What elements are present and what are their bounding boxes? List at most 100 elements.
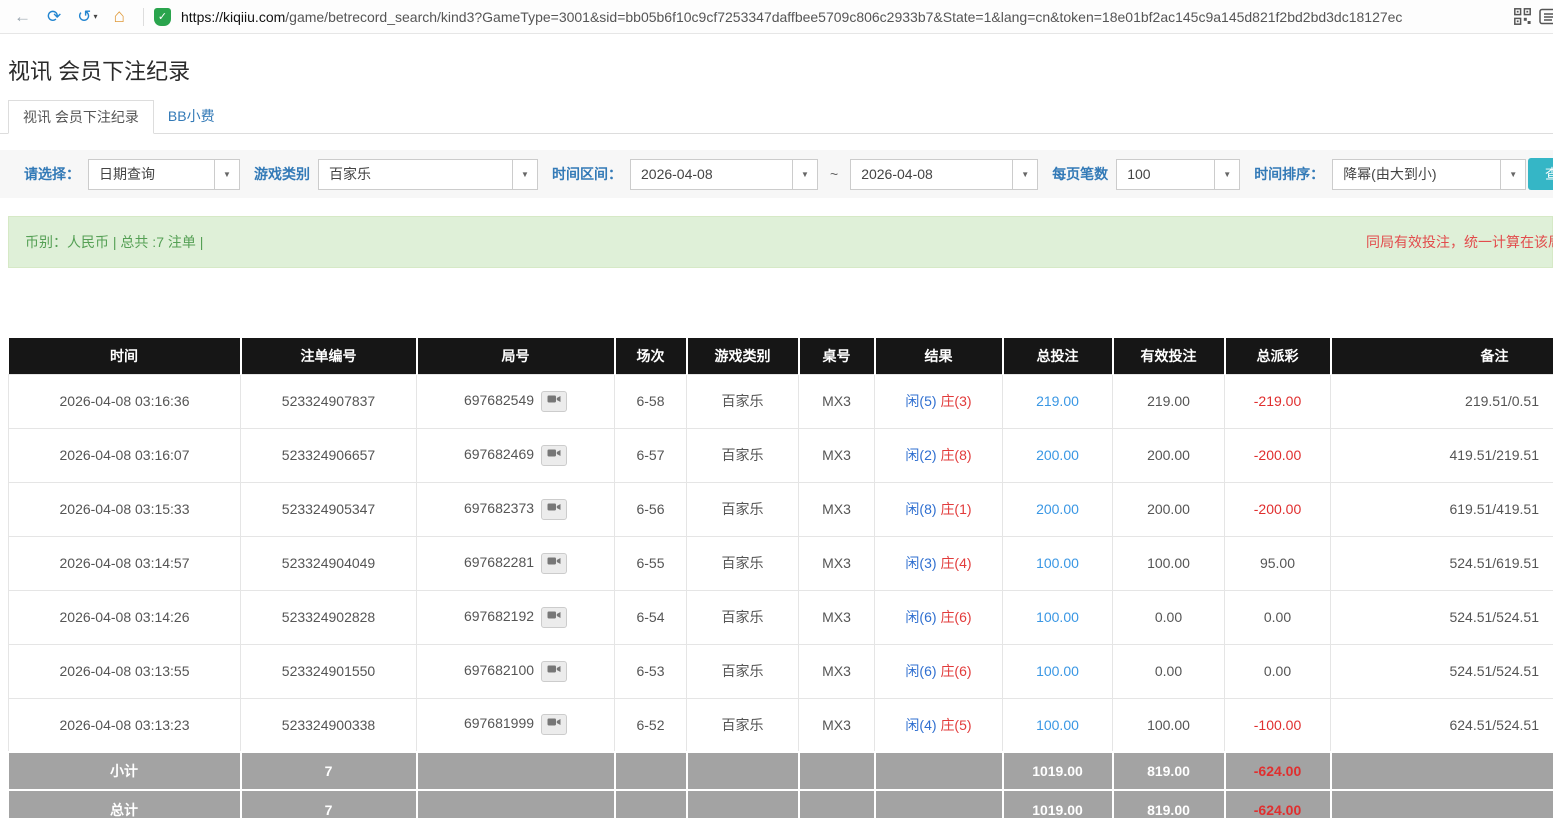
column-header: 局号 bbox=[417, 338, 615, 374]
round-video-button[interactable] bbox=[541, 499, 567, 520]
cell-game-type: 百家乐 bbox=[687, 698, 799, 752]
sort-order-select[interactable]: 降幂(由大到小) ▼ bbox=[1332, 159, 1526, 190]
cell-game-type: 百家乐 bbox=[687, 536, 799, 590]
column-header: 注单编号 bbox=[241, 338, 417, 374]
date-from-value[interactable]: 2026-04-08 bbox=[631, 160, 792, 189]
undo-dropdown-caret[interactable]: ▾ bbox=[94, 12, 98, 21]
result-banker: 庄(6) bbox=[940, 663, 971, 679]
cell-time: 2026-04-08 03:14:57 bbox=[9, 536, 241, 590]
cell-table-no: MX3 bbox=[799, 374, 875, 428]
column-header: 备注 bbox=[1331, 338, 1553, 374]
dropdown-arrow-icon[interactable]: ▼ bbox=[792, 160, 817, 189]
date-to-value[interactable]: 2026-04-08 bbox=[851, 160, 1012, 189]
url-host: https://kiqiiu.com bbox=[181, 9, 285, 25]
cell-result: 闲(5) 庄(3) bbox=[875, 374, 1003, 428]
record-row: 2026-04-08 03:15:33523324905347697682373… bbox=[9, 482, 1553, 536]
round-video-button[interactable] bbox=[541, 391, 567, 412]
page-size-label: 每页笔数 bbox=[1052, 164, 1108, 184]
footer-label: 总计 bbox=[9, 790, 241, 818]
search-button[interactable]: 查询 bbox=[1528, 158, 1553, 190]
page-size-value[interactable]: 100 bbox=[1117, 160, 1214, 189]
cell-total-bet[interactable]: 100.00 bbox=[1003, 536, 1113, 590]
cell-valid-bet: 200.00 bbox=[1113, 428, 1225, 482]
game-type-value[interactable]: 百家乐 bbox=[319, 160, 512, 189]
cell-remark: 524.51/524.51 bbox=[1331, 644, 1553, 698]
round-video-button[interactable] bbox=[541, 445, 567, 466]
cell-time: 2026-04-08 03:16:36 bbox=[9, 374, 241, 428]
cell-total-bet[interactable]: 200.00 bbox=[1003, 428, 1113, 482]
dropdown-arrow-icon[interactable]: ▼ bbox=[214, 160, 239, 189]
dropdown-arrow-icon[interactable]: ▼ bbox=[1012, 160, 1037, 189]
url-path: /game/betrecord_search/kind3?GameType=30… bbox=[285, 9, 1402, 25]
cell-result: 闲(6) 庄(6) bbox=[875, 644, 1003, 698]
cell-bet-id: 523324904049 bbox=[241, 536, 417, 590]
footer-valid-bet: 819.00 bbox=[1113, 752, 1225, 790]
cell-table-no: MX3 bbox=[799, 428, 875, 482]
toolbar-partial-icon[interactable] bbox=[1539, 8, 1553, 25]
record-row: 2026-04-08 03:16:07523324906657697682469… bbox=[9, 428, 1553, 482]
cell-round-id: 697682549 bbox=[417, 374, 615, 428]
cell-payout: 0.00 bbox=[1225, 644, 1331, 698]
tab-betrecord[interactable]: 视讯 会员下注纪录 bbox=[8, 100, 154, 134]
sort-order-value[interactable]: 降幂(由大到小) bbox=[1333, 160, 1500, 189]
cell-total-bet[interactable]: 100.00 bbox=[1003, 590, 1113, 644]
table-body: 2026-04-08 03:16:36523324907837697682549… bbox=[9, 374, 1553, 752]
cell-table-no: MX3 bbox=[799, 644, 875, 698]
dropdown-arrow-icon[interactable]: ▼ bbox=[1214, 160, 1239, 189]
cell-total-bet[interactable]: 100.00 bbox=[1003, 644, 1113, 698]
cell-round-id: 697682192 bbox=[417, 590, 615, 644]
game-type-label: 游戏类别 bbox=[254, 164, 310, 184]
qr-code-icon[interactable] bbox=[1506, 8, 1539, 25]
footer-empty-cell bbox=[875, 752, 1003, 790]
round-video-button[interactable] bbox=[541, 661, 567, 682]
game-type-select[interactable]: 百家乐 ▼ bbox=[318, 159, 538, 190]
result-player: 闲(5) bbox=[905, 393, 936, 409]
query-type-value[interactable]: 日期查询 bbox=[89, 160, 214, 189]
address-bar[interactable]: https://kiqiiu.com/game/betrecord_search… bbox=[181, 9, 1496, 25]
round-video-button[interactable] bbox=[541, 714, 567, 735]
dropdown-arrow-icon[interactable]: ▼ bbox=[512, 160, 537, 189]
query-type-select[interactable]: 日期查询 ▼ bbox=[88, 159, 240, 190]
table-header-row: 时间注单编号局号场次游戏类别桌号结果总投注有效投注总派彩备注 bbox=[9, 338, 1553, 374]
round-id-text: 697682469 bbox=[464, 446, 534, 462]
records-table-wrap: 时间注单编号局号场次游戏类别桌号结果总投注有效投注总派彩备注 2026-04-0… bbox=[0, 338, 1553, 818]
total-row: 总计71019.00819.00-624.00 bbox=[9, 790, 1553, 818]
result-banker: 庄(5) bbox=[940, 717, 971, 733]
round-video-button[interactable] bbox=[541, 553, 567, 574]
cell-total-bet[interactable]: 200.00 bbox=[1003, 482, 1113, 536]
tab-bb-tip[interactable]: BB小费 bbox=[154, 100, 229, 133]
cell-remark: 419.51/219.51 bbox=[1331, 428, 1553, 482]
back-icon[interactable]: ← bbox=[6, 7, 39, 27]
undo-icon[interactable]: ↺▾ bbox=[69, 7, 105, 27]
column-header: 结果 bbox=[875, 338, 1003, 374]
cell-valid-bet: 219.00 bbox=[1113, 374, 1225, 428]
cell-time: 2026-04-08 03:14:26 bbox=[9, 590, 241, 644]
cell-game-type: 百家乐 bbox=[687, 374, 799, 428]
home-icon[interactable]: ⌂ bbox=[106, 6, 133, 28]
cell-game-type: 百家乐 bbox=[687, 644, 799, 698]
round-video-button[interactable] bbox=[541, 607, 567, 628]
cell-time: 2026-04-08 03:13:55 bbox=[9, 644, 241, 698]
date-from-input[interactable]: 2026-04-08 ▼ bbox=[630, 159, 818, 190]
round-id-text: 697682373 bbox=[464, 500, 534, 516]
cell-game-type: 百家乐 bbox=[687, 482, 799, 536]
security-shield-icon[interactable]: ✓ bbox=[154, 8, 171, 26]
cell-payout: -200.00 bbox=[1225, 482, 1331, 536]
footer-empty-cell bbox=[1331, 790, 1553, 818]
cell-table-no: MX3 bbox=[799, 698, 875, 752]
result-banker: 庄(4) bbox=[940, 555, 971, 571]
column-header: 桌号 bbox=[799, 338, 875, 374]
date-range-label: 时间区间： bbox=[552, 164, 622, 184]
browser-toolbar: ← ⟳ ↺▾ ⌂ ✓ https://kiqiiu.com/game/betre… bbox=[0, 0, 1553, 34]
cell-valid-bet: 100.00 bbox=[1113, 536, 1225, 590]
dropdown-arrow-icon[interactable]: ▼ bbox=[1500, 160, 1525, 189]
cell-total-bet[interactable]: 219.00 bbox=[1003, 374, 1113, 428]
round-id-text: 697682100 bbox=[464, 662, 534, 678]
cell-total-bet[interactable]: 100.00 bbox=[1003, 698, 1113, 752]
cell-bet-id: 523324906657 bbox=[241, 428, 417, 482]
footer-empty-cell bbox=[799, 790, 875, 818]
page-size-select[interactable]: 100 ▼ bbox=[1116, 159, 1240, 190]
date-to-input[interactable]: 2026-04-08 ▼ bbox=[850, 159, 1038, 190]
refresh-icon[interactable]: ⟳ bbox=[39, 7, 69, 27]
cell-payout: -219.00 bbox=[1225, 374, 1331, 428]
